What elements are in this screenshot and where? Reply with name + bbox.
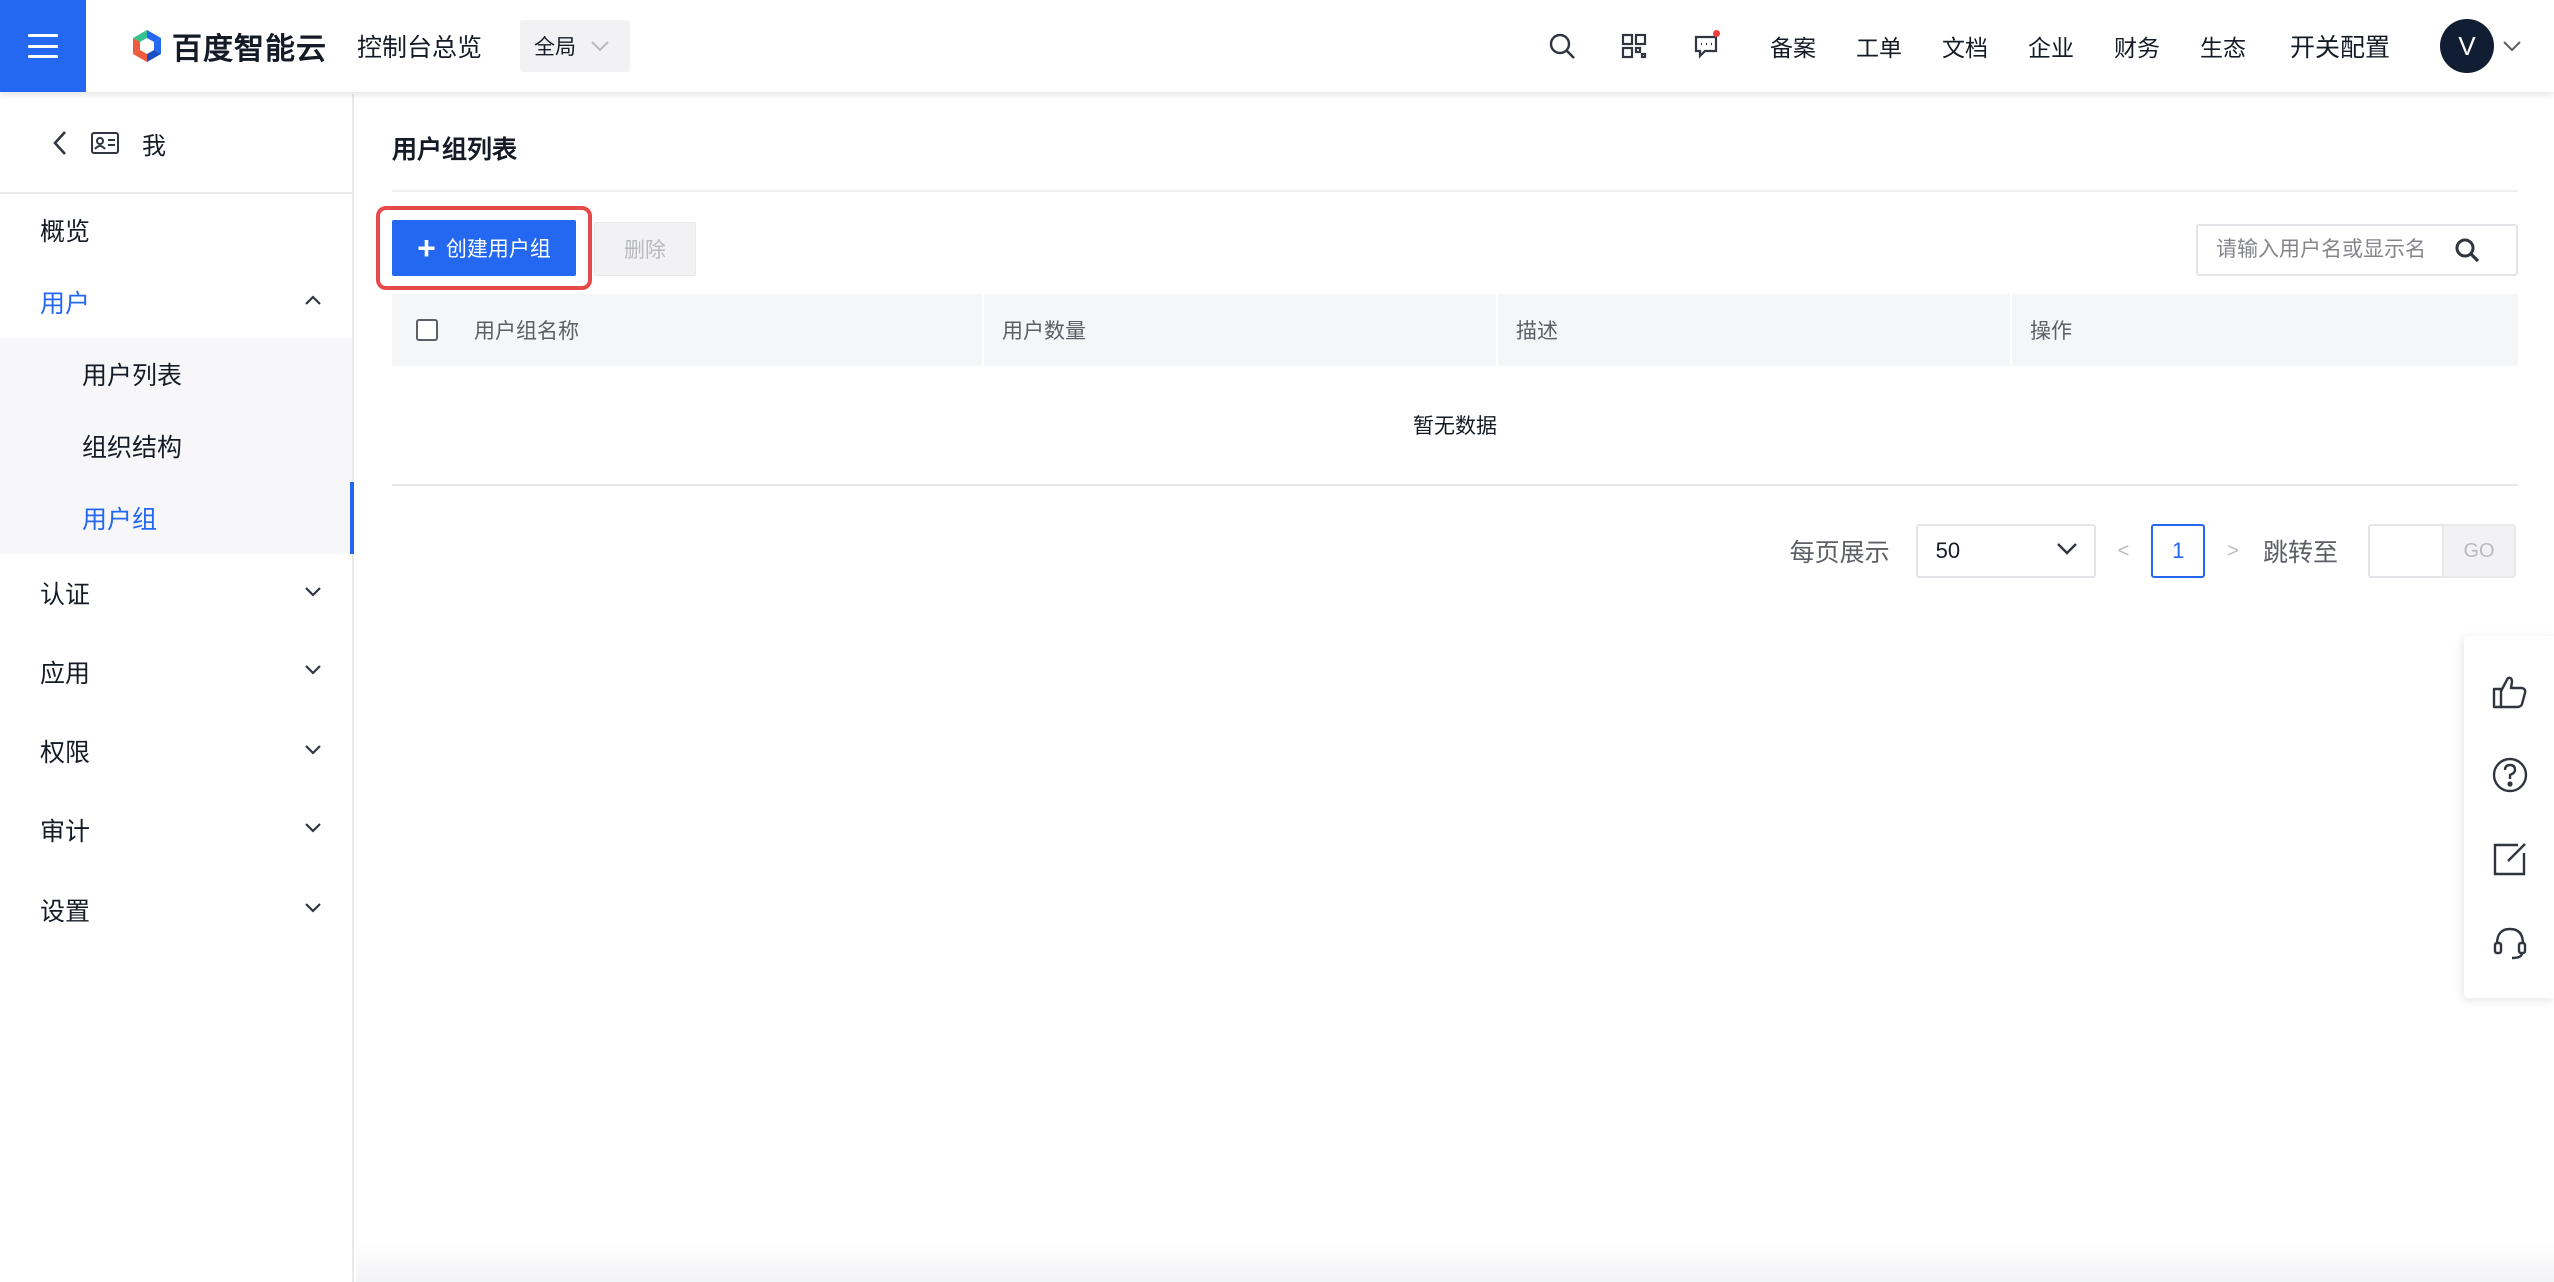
chevron-down-icon[interactable] <box>2502 40 2522 52</box>
baidu-cloud-logo-icon <box>133 30 161 62</box>
next-page-button[interactable]: > <box>2227 540 2239 563</box>
search-box <box>2196 224 2518 276</box>
sidebar-item-user-list[interactable]: 用户列表 <box>0 338 352 410</box>
sidebar-item-label: 权限 <box>40 739 91 767</box>
select-all-checkbox[interactable] <box>416 319 438 341</box>
message-icon[interactable] <box>1682 22 1730 70</box>
per-page-select[interactable]: 50 <box>1915 524 2096 578</box>
search-icon[interactable] <box>2454 237 2480 263</box>
floating-toolbar <box>2464 636 2554 998</box>
sidebar-item-auth[interactable]: 认证 <box>0 554 352 632</box>
chevron-left-icon <box>53 131 66 155</box>
column-header-name: 用户组名称 <box>392 294 984 366</box>
region-select[interactable]: 全局 <box>520 20 631 72</box>
jump-to-label: 跳转至 <box>2262 539 2338 567</box>
headset-icon[interactable] <box>2486 918 2534 966</box>
switch-config-link[interactable]: 开关配置 <box>2290 28 2390 64</box>
region-value: 全局 <box>534 36 577 59</box>
chevron-down-icon <box>305 823 321 833</box>
sidebar-item-user-groups[interactable]: 用户组 <box>0 482 354 554</box>
nav-link-ecosystem[interactable]: 生态 <box>2200 29 2246 63</box>
search-icon[interactable] <box>1538 22 1586 70</box>
column-header-user-count: 用户数量 <box>984 294 1498 366</box>
sidebar-item-apps[interactable]: 应用 <box>0 632 352 712</box>
nav-link-tickets[interactable]: 工单 <box>1856 29 1902 63</box>
chevron-down-icon <box>305 587 321 597</box>
pagination: 每页展示 50 < 1 > 跳转至 GO <box>1790 524 2516 578</box>
console-overview-link[interactable]: 控制台总览 <box>357 28 482 64</box>
prev-page-button[interactable]: < <box>2118 540 2130 563</box>
menu-button[interactable] <box>0 0 86 92</box>
go-button[interactable]: GO <box>2442 524 2516 578</box>
plus-icon: + <box>417 230 436 266</box>
back-button[interactable] <box>52 130 68 156</box>
empty-text: 暂无数据 <box>1413 415 1497 438</box>
sidebar-item-label: 应用 <box>40 660 91 688</box>
per-page-label: 每页展示 <box>1789 539 1890 567</box>
top-navbar: 百度智能云 控制台总览 全局 备案 工单 文档 企业 财务 生态 开关配置 V <box>0 0 2554 92</box>
sidebar: 我 概览 用户 用户列表 组织结构 用户组 认证 应用 权限 审计 设置 <box>0 94 354 1282</box>
sidebar-item-audit[interactable]: 审计 <box>0 790 352 870</box>
sidebar-item-label: 用户 <box>40 290 91 318</box>
sidebar-item-label: 审计 <box>40 818 91 846</box>
page-number-current[interactable]: 1 <box>2151 524 2206 578</box>
avatar[interactable]: V <box>2440 19 2494 73</box>
sidebar-item-permissions[interactable]: 权限 <box>0 712 352 790</box>
table-empty-state: 暂无数据 <box>392 366 2518 486</box>
sidebar-item-overview[interactable]: 概览 <box>0 194 352 266</box>
notification-dot <box>1712 30 1720 37</box>
jump-page-input[interactable] <box>2368 524 2444 578</box>
sidebar-item-label: 设置 <box>40 898 91 926</box>
logo-text: 百度智能云 <box>172 33 327 66</box>
table-header: 用户组名称 用户数量 描述 操作 <box>392 294 2518 366</box>
nav-link-finance[interactable]: 财务 <box>2114 29 2160 63</box>
nav-link-beian[interactable]: 备案 <box>1770 29 1816 63</box>
sidebar-item-label: 认证 <box>40 581 91 609</box>
nav-link-enterprise[interactable]: 企业 <box>2028 29 2074 63</box>
chevron-down-icon <box>591 41 609 52</box>
hamburger-icon <box>28 34 58 58</box>
delete-button[interactable]: 删除 <box>594 222 696 276</box>
create-user-group-label: 创建用户组 <box>445 238 551 261</box>
help-icon[interactable] <box>2486 751 2534 799</box>
sidebar-subitem-label: 组织结构 <box>82 434 183 462</box>
edit-icon[interactable] <box>2486 835 2534 883</box>
sidebar-subitem-label: 用户组 <box>82 506 158 534</box>
users-submenu: 用户列表 组织结构 用户组 <box>0 338 354 554</box>
column-header-description: 描述 <box>1498 294 2012 366</box>
sidebar-item-settings[interactable]: 设置 <box>0 870 352 950</box>
chevron-up-icon <box>305 295 321 305</box>
logo[interactable]: 百度智能云 <box>130 24 327 68</box>
search-input[interactable] <box>2198 227 2448 273</box>
nav-link-docs[interactable]: 文档 <box>1942 29 1988 63</box>
sidebar-header-label: 我 <box>142 132 166 160</box>
id-card-icon <box>91 132 119 154</box>
sidebar-item-label: 概览 <box>40 218 91 246</box>
column-header-actions: 操作 <box>2030 320 2072 343</box>
chevron-down-icon <box>305 903 321 913</box>
main-content: 用户组列表 + 创建用户组 删除 用户组名称 用户数量 描述 操作 暂无数据 每… <box>356 94 2518 1282</box>
page-title: 用户组列表 <box>392 136 518 164</box>
chevron-down-icon <box>2056 543 2077 555</box>
chevron-down-icon <box>305 665 321 675</box>
qrcode-icon[interactable] <box>1610 22 1658 70</box>
sidebar-item-org-structure[interactable]: 组织结构 <box>0 410 352 482</box>
thumbs-up-icon[interactable] <box>2486 668 2534 716</box>
sidebar-item-users[interactable]: 用户 <box>0 266 352 338</box>
chevron-down-icon <box>305 745 321 755</box>
sidebar-subitem-label: 用户列表 <box>82 362 183 390</box>
create-user-group-button[interactable]: + 创建用户组 <box>392 220 576 276</box>
sidebar-header: 我 <box>0 94 352 194</box>
per-page-value: 50 <box>1935 538 1961 563</box>
column-header-label: 用户组名称 <box>474 320 579 343</box>
divider <box>392 190 2518 192</box>
